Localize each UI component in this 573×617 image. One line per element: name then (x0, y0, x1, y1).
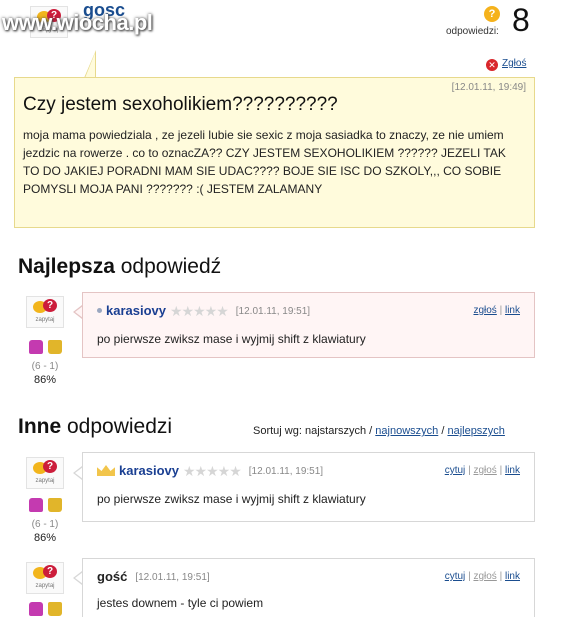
rating-stars: ★★★★★ (170, 303, 229, 319)
answer-header: karasiovy ★★★★★ [12.01.11, 19:51] (97, 463, 323, 480)
best-answer-heading: Najlepsza odpowiedź (18, 255, 221, 279)
rating-stars: ★★★★★ (183, 463, 242, 479)
site-watermark: www.wiocha.pl (2, 10, 153, 35)
report-link[interactable]: zgłoś (473, 465, 496, 476)
permalink[interactable]: link (505, 571, 520, 582)
permalink[interactable]: link (505, 305, 520, 316)
answer-author[interactable]: karasiovy (119, 463, 179, 478)
separator: | (499, 571, 503, 582)
user-status-icon (97, 308, 102, 313)
vote-count: (6 - 1) (31, 361, 59, 372)
avatar-brand: zapytaj (35, 478, 55, 484)
question-title: Czy jestem sexoholikiem?????????? (23, 94, 338, 115)
avatar-question-icon: ? (43, 565, 57, 578)
question-box: [12.01.11, 19:49] Czy jestem sexoholikie… (14, 77, 535, 228)
separator: | (499, 465, 503, 476)
separator: | (468, 465, 471, 476)
permalink[interactable]: link (505, 465, 520, 476)
thumb-down-icon[interactable] (47, 498, 62, 512)
vote-count: (6 - 1) (31, 519, 59, 530)
answer-box: karasiovy ★★★★★ [12.01.11, 19:51] cytuj | … (82, 452, 535, 522)
sort-label: Sortuj wg: najstarszych / (253, 425, 373, 437)
answers-label: odpowiedzi: (446, 26, 499, 37)
thumb-down-icon[interactable] (47, 340, 62, 354)
vote-percent: 86% (33, 532, 57, 544)
answer-text: po pierwsze zwiksz mase i wyjmij shift z… (97, 492, 366, 506)
answer-author[interactable]: karasiovy (106, 303, 166, 318)
answers-icon: ? (484, 6, 500, 22)
answer-actions: cytuj | zgłoś | link (445, 465, 520, 476)
answer-date: [12.01.11, 19:51] (235, 306, 311, 317)
other-answers-heading: Inne odpowiedzi (18, 415, 172, 439)
best-answer-box: karasiovy ★★★★★ [12.01.11, 19:51] zgłoś | … (82, 292, 535, 358)
separator: | (468, 571, 471, 582)
thumb-down-icon[interactable] (47, 602, 62, 616)
answer-votes: (6 - 1) 86% (23, 498, 67, 544)
answer-date: [12.01.11, 19:51] (135, 572, 210, 583)
report-question-link[interactable]: ✕ Zgłoś (486, 58, 526, 71)
answer-header: gość [12.01.11, 19:51] (97, 569, 210, 584)
others-heading-bold: Inne (18, 415, 62, 438)
avatar-brand: zapytaj (35, 583, 55, 589)
sort-separator: / (441, 425, 445, 437)
sort-newest-link[interactable]: najnowszych (375, 425, 438, 437)
answer-text: po pierwsze zwiksz mase i wyjmij shift z… (97, 332, 366, 346)
question-bubble-tail-fill (85, 53, 95, 78)
quote-link[interactable]: cytuj (445, 465, 466, 476)
others-heading-rest: odpowiedzi (61, 415, 173, 438)
avatar-question-icon: ? (43, 299, 57, 312)
sort-best-link[interactable]: najlepszych (447, 425, 504, 437)
best-heading-bold: Najlepsza (18, 255, 115, 278)
report-x-icon: ✕ (486, 59, 498, 71)
best-answer-header: karasiovy ★★★★★ [12.01.11, 19:51] (97, 303, 310, 320)
answer-box: gość [12.01.11, 19:51] cytuj | zgłoś | li… (82, 558, 535, 617)
avatar-question-icon: ? (43, 460, 57, 473)
report-label: Zgłoś (502, 58, 527, 69)
answer-text: jestes downem - tyle ci powiem (97, 596, 264, 610)
answer-author: gość (97, 569, 128, 584)
best-answer-votes: (6 - 1) 86% (23, 340, 67, 386)
thumb-up-icon[interactable] (28, 498, 43, 512)
answer-avatar[interactable]: ? zapytaj (26, 562, 64, 594)
separator: | (499, 305, 503, 316)
best-heading-rest: odpowiedź (114, 255, 222, 278)
question-body: moja mama powiedziala , ze jezeli lubie … (23, 128, 506, 196)
answers-count: 8 (512, 2, 530, 38)
report-link[interactable]: zgłoś (473, 571, 496, 582)
answer-avatar[interactable]: ? zapytaj (26, 457, 64, 489)
thumb-up-icon[interactable] (28, 602, 43, 616)
answer-actions: zgłoś | link (473, 305, 520, 316)
answer-actions: cytuj | zgłoś | link (445, 571, 520, 582)
crown-icon (97, 465, 115, 476)
report-link[interactable]: zgłoś (473, 305, 496, 316)
best-answer-avatar[interactable]: ? zapytaj (26, 296, 64, 328)
vote-percent: 86% (33, 374, 57, 386)
avatar-brand: zapytaj (35, 317, 55, 323)
thumb-up-icon[interactable] (28, 340, 43, 354)
answer-votes (23, 602, 67, 617)
question-date: [12.01.11, 19:49] (451, 82, 526, 93)
quote-link[interactable]: cytuj (445, 571, 466, 582)
answer-date: [12.01.11, 19:51] (248, 466, 324, 477)
sort-options: Sortuj wg: najstarszych / najnowszych / … (253, 425, 505, 437)
